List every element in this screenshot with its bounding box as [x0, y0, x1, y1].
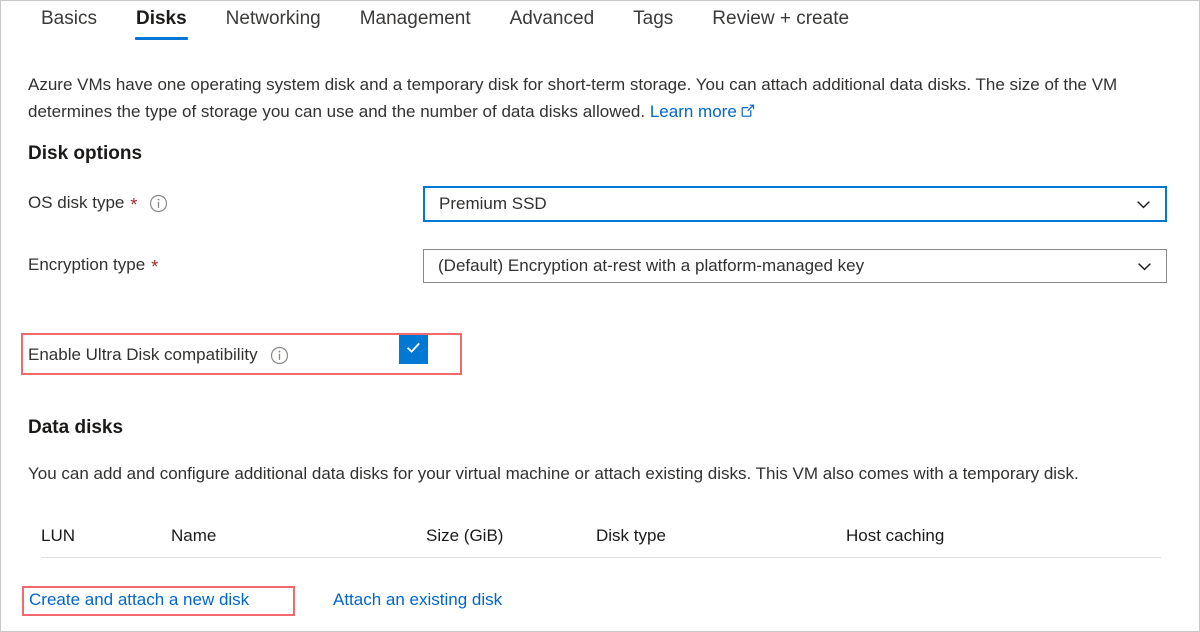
disks-configuration-page: Basics Disks Networking Management Advan…	[0, 0, 1200, 632]
chevron-down-icon	[1135, 257, 1154, 276]
intro-line-1: Azure VMs have one operating system disk…	[28, 75, 972, 94]
tab-management[interactable]: Management	[346, 1, 485, 40]
learn-more-label: Learn more	[649, 102, 737, 121]
tab-advanced[interactable]: Advanced	[496, 1, 609, 40]
chevron-down-icon	[1134, 195, 1153, 214]
os-disk-type-dropdown[interactable]: Premium SSD	[423, 186, 1167, 222]
data-disks-table-header: LUN Name Size (GiB) Disk type Host cachi…	[41, 526, 1161, 558]
os-disk-type-label: OS disk type *	[28, 193, 168, 215]
tab-networking[interactable]: Networking	[212, 1, 335, 40]
encryption-type-value: (Default) Encryption at-rest with a plat…	[438, 256, 865, 275]
wizard-tab-bar: Basics Disks Networking Management Advan…	[1, 1, 1199, 51]
checkmark-icon	[404, 338, 423, 362]
external-link-icon	[741, 99, 755, 126]
os-disk-type-value: Premium SSD	[439, 194, 547, 213]
encryption-type-label-text: Encryption type	[28, 255, 146, 274]
ultra-disk-row: Enable Ultra Disk compatibility	[28, 341, 454, 369]
tab-disks[interactable]: Disks	[122, 1, 201, 40]
column-header-name: Name	[171, 526, 217, 545]
tab-label: Tags	[633, 8, 674, 29]
column-header-size: Size (GiB)	[426, 526, 504, 545]
disk-options-heading: Disk options	[28, 143, 143, 164]
ultra-disk-checkbox[interactable]	[399, 335, 428, 364]
tab-label: Networking	[225, 8, 321, 29]
data-disks-description-line-2: temporary disk.	[962, 464, 1079, 483]
data-disks-description: You can add and configure additional dat…	[28, 460, 1158, 487]
column-header-disk-type: Disk type	[596, 526, 666, 545]
tab-review-create[interactable]: Review + create	[698, 1, 863, 40]
info-icon[interactable]	[270, 346, 289, 365]
tab-label: Review + create	[712, 8, 850, 29]
ultra-disk-label-text: Enable Ultra Disk compatibility	[28, 345, 258, 364]
data-disks-heading: Data disks	[28, 417, 124, 438]
encryption-type-dropdown[interactable]: (Default) Encryption at-rest with a plat…	[423, 249, 1167, 283]
info-icon[interactable]	[149, 194, 168, 213]
attach-existing-disk-link[interactable]: Attach an existing disk	[333, 590, 502, 610]
tab-basics[interactable]: Basics	[27, 1, 111, 40]
create-and-attach-new-disk-link[interactable]: Create and attach a new disk	[29, 590, 249, 610]
data-disks-table: LUN Name Size (GiB) Disk type Host cachi…	[41, 526, 1161, 558]
intro-description: Azure VMs have one operating system disk…	[28, 71, 1173, 126]
tab-tags[interactable]: Tags	[619, 1, 687, 40]
os-disk-type-label-text: OS disk type	[28, 193, 125, 212]
required-asterisk: *	[151, 257, 159, 277]
data-disks-description-line-1: You can add and configure additional dat…	[28, 464, 958, 483]
required-asterisk: *	[130, 195, 138, 215]
tab-label: Advanced	[509, 8, 595, 29]
tab-label: Management	[359, 8, 471, 29]
ultra-disk-label: Enable Ultra Disk compatibility	[28, 345, 289, 365]
active-tab-underline	[134, 37, 188, 40]
column-header-lun: LUN	[41, 526, 76, 545]
tab-label: Disks	[135, 8, 187, 29]
encryption-type-label: Encryption type *	[28, 255, 159, 277]
tab-label: Basics	[41, 8, 97, 29]
column-header-host-caching: Host caching	[846, 526, 945, 545]
learn-more-link[interactable]: Learn more	[650, 102, 755, 121]
table-header-row: LUN Name Size (GiB) Disk type Host cachi…	[41, 526, 1161, 558]
